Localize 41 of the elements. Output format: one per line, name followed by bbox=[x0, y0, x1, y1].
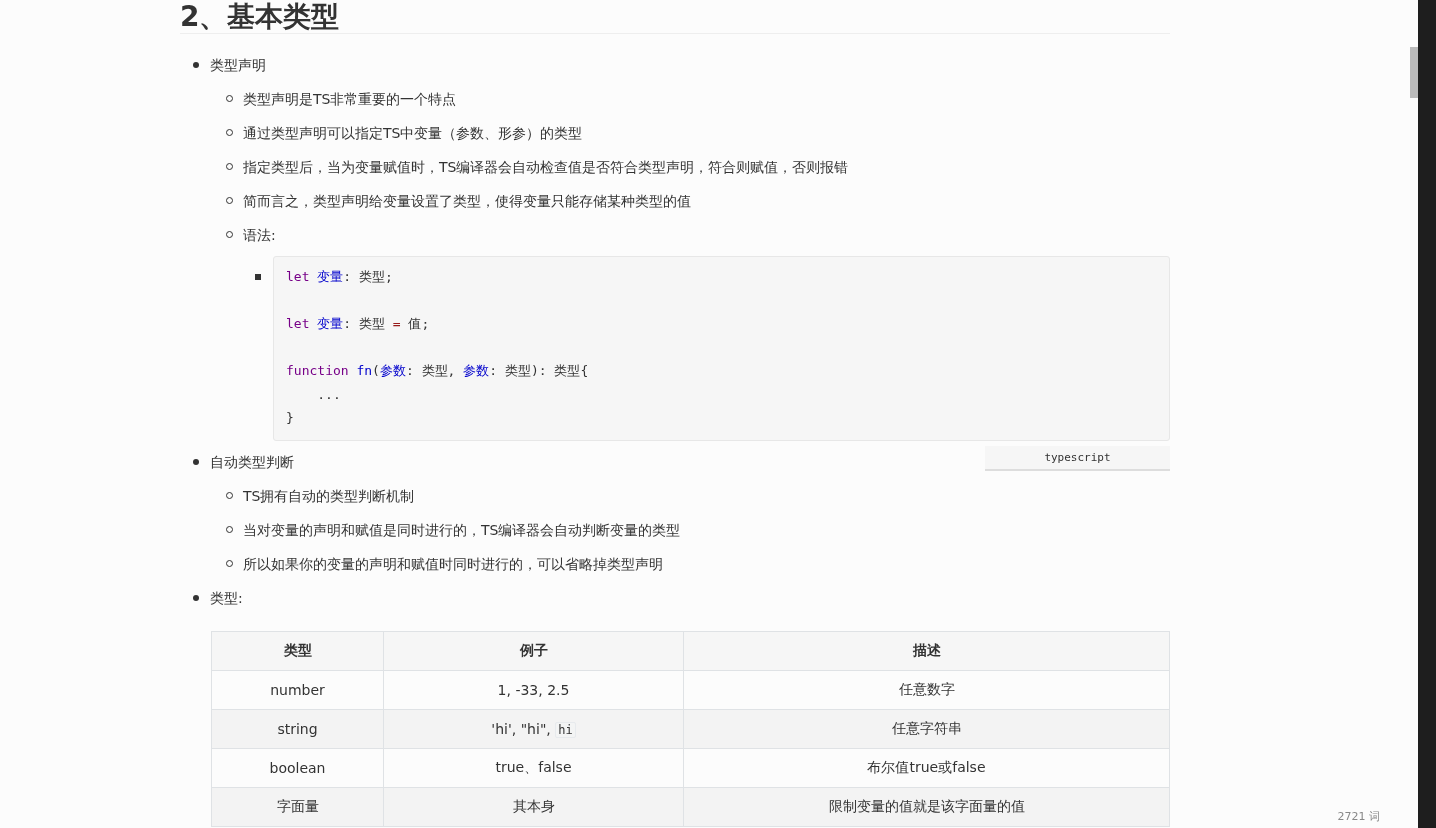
table-cell: 限制变量的值就是该字面量的值 bbox=[683, 787, 1170, 826]
code-line: let 变量: 类型; bbox=[286, 269, 393, 284]
table-cell: 1, -33, 2.5 bbox=[383, 670, 684, 709]
bullet-icon bbox=[193, 458, 199, 465]
list-item-text: 类型声明 bbox=[210, 56, 266, 75]
table-cell: 布尔值true或false bbox=[683, 748, 1170, 787]
table-cell: 字面量 bbox=[211, 787, 384, 826]
code-line: let 变量: 类型 = 值; bbox=[286, 316, 430, 331]
column-header: 例子 bbox=[383, 631, 684, 670]
table-cell-text: 'hi', "hi", bbox=[491, 720, 552, 737]
table-cell: 任意字符串 bbox=[683, 709, 1170, 748]
bullet-icon bbox=[193, 594, 199, 601]
list-item-text: 通过类型声明可以指定TS中变量（参数、形参）的类型 bbox=[243, 124, 583, 143]
table-cell: 其本身 bbox=[383, 787, 684, 826]
language-field[interactable]: typescript bbox=[985, 445, 1170, 471]
inline-code: hi bbox=[555, 721, 576, 738]
table-cell: 任意数字 bbox=[683, 670, 1170, 709]
list-item-text: 自动类型判断 bbox=[210, 452, 294, 472]
list-item-text: 类型声明是TS非常重要的一个特点 bbox=[243, 90, 457, 109]
code-block[interactable]: let 变量: 类型; let 变量: 类型 = 值; function fn(参数: 类型, 参数: 类型): 类型{ ... } bbox=[273, 256, 1170, 441]
bullet-icon bbox=[193, 62, 199, 68]
code-line: function fn(参数: 类型, 参数: 类型): 类型{ bbox=[286, 363, 589, 378]
column-header: 类型 bbox=[211, 631, 384, 670]
table-cell: number bbox=[211, 670, 384, 709]
code-line: } bbox=[286, 410, 294, 425]
list-item-text: 指定类型后，当为变量赋值时，TS编译器会自动检查值是否符合类型声明，符合则赋值，否则报错 bbox=[243, 158, 849, 177]
table-cell: string bbox=[211, 709, 384, 748]
scrollbar-thumb[interactable] bbox=[1410, 47, 1418, 98]
section-heading: 2、基本类型 bbox=[180, 0, 1170, 34]
list-item-text: 当对变量的声明和赋值是同时进行的，TS编译器会自动判断变量的类型 bbox=[243, 520, 681, 540]
bullet-icon bbox=[255, 274, 261, 280]
list-item-text: 语法: bbox=[243, 226, 276, 245]
column-header: 描述 bbox=[683, 631, 1170, 670]
list-item-text: 所以如果你的变量的声明和赋值时同时进行的，可以省略掉类型声明 bbox=[243, 554, 663, 574]
word-count: 2721 词 bbox=[1337, 809, 1380, 824]
list-item-text: 类型: bbox=[210, 588, 243, 608]
table-cell: true、false bbox=[383, 748, 684, 787]
list-item-text: 简而言之，类型声明给变量设置了类型，使得变量只能存储某种类型的值 bbox=[243, 192, 691, 211]
code-line: ... bbox=[317, 386, 341, 402]
list-item-text: TS拥有自动的类型判断机制 bbox=[243, 486, 415, 506]
table-cell: boolean bbox=[211, 748, 384, 787]
